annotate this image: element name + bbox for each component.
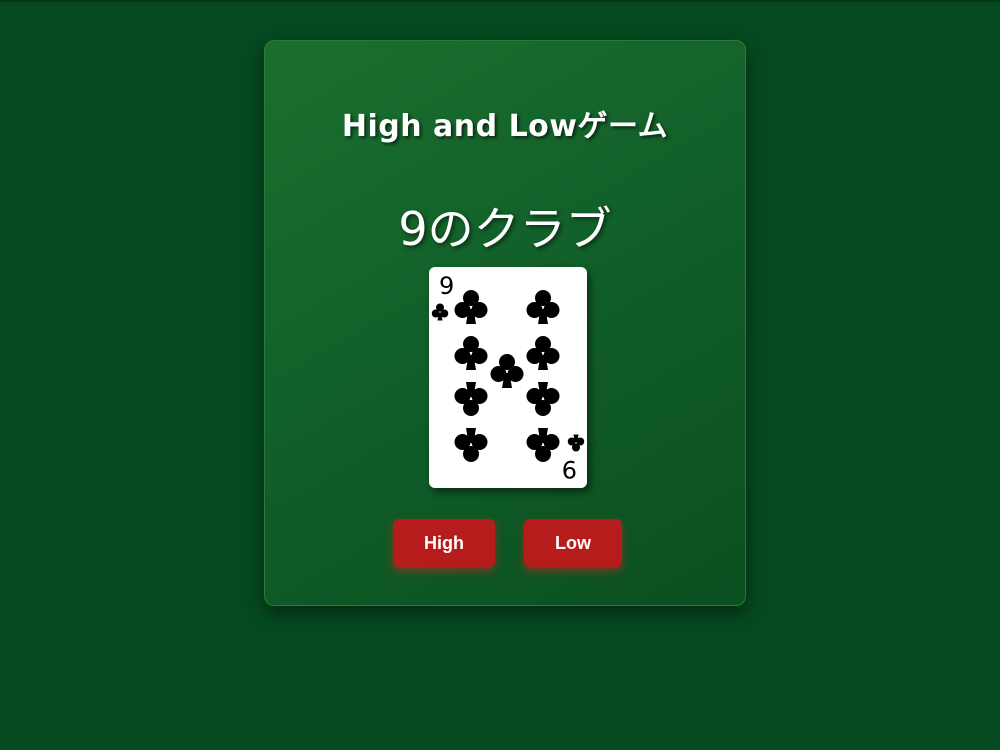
pip-club-icon bbox=[454, 336, 488, 370]
game-title: High and Lowゲーム bbox=[341, 109, 669, 144]
corner-suit-bottom-icon bbox=[567, 434, 585, 452]
playing-card: 9 9 bbox=[429, 267, 587, 488]
pip-club-icon bbox=[526, 336, 560, 370]
corner-rank-bottom: 9 bbox=[562, 455, 577, 483]
pip-club-icon bbox=[454, 428, 488, 462]
pip-club-icon bbox=[526, 382, 560, 416]
pip-club-icon bbox=[454, 290, 488, 324]
low-button[interactable]: Low bbox=[524, 519, 622, 567]
current-card-label: 9のクラブ bbox=[398, 202, 612, 256]
top-border bbox=[0, 0, 1000, 2]
corner-rank-top: 9 bbox=[439, 272, 454, 300]
pip-club-icon bbox=[490, 354, 524, 388]
pip-club-icon bbox=[526, 290, 560, 324]
pip-club-icon bbox=[454, 382, 488, 416]
corner-suit-top-icon bbox=[431, 303, 449, 321]
high-button[interactable]: High bbox=[393, 519, 495, 567]
pip-club-icon bbox=[526, 428, 560, 462]
game-panel: High and Lowゲーム 9のクラブ 9 9 High Low bbox=[264, 40, 746, 606]
card-face: 9 9 bbox=[431, 272, 585, 483]
